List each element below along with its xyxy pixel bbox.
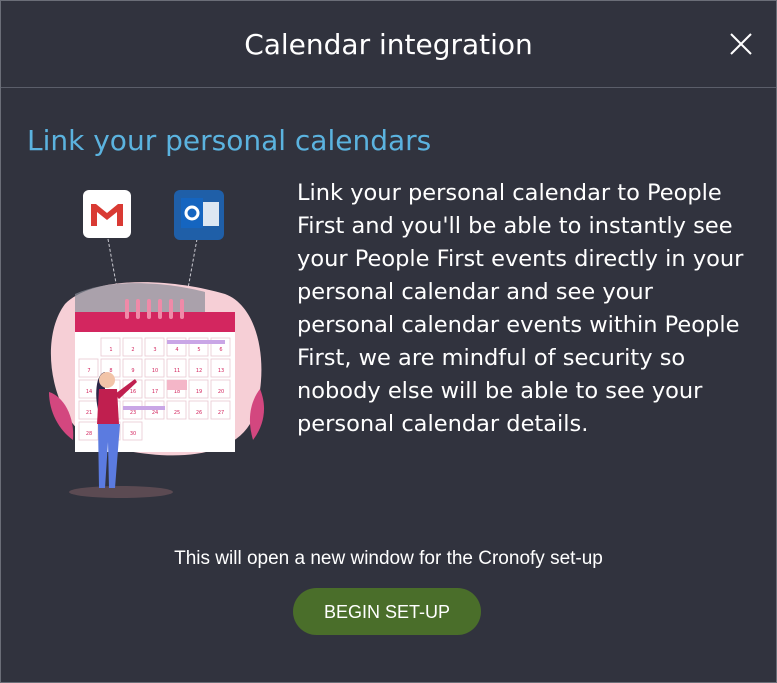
calendar-integration-dialog: Calendar integration Link your personal … <box>0 0 777 683</box>
calendar-day-label: 14 <box>86 389 92 395</box>
calendar-day-label: 2 <box>131 347 134 353</box>
calendar-day-label: 24 <box>152 410 158 416</box>
calendar-day-label: 7 <box>87 368 90 374</box>
calendar-day-label: 13 <box>218 368 224 374</box>
calendar-day-label: 28 <box>86 431 92 437</box>
calendar-day-label: 12 <box>196 368 202 374</box>
calendar-illustration: 1234567891011121314151617181920212223242… <box>35 184 275 504</box>
calendar-day-label: 10 <box>152 368 158 374</box>
calendar-day-label: 16 <box>130 389 136 395</box>
calendar-day-label: 26 <box>196 410 202 416</box>
calendar-day-label: 27 <box>218 410 224 416</box>
calendar-day-label: 21 <box>86 410 92 416</box>
calendar-day-label: 30 <box>130 431 136 437</box>
outlook-icon <box>174 190 224 240</box>
section-heading: Link your personal calendars <box>27 124 432 157</box>
calendar-day-label: 5 <box>197 347 200 353</box>
calendar-day-label: 23 <box>130 410 136 416</box>
calendar-day-label: 11 <box>174 368 180 374</box>
dialog-header: Calendar integration <box>1 1 776 88</box>
calendar-day-label: 20 <box>218 389 224 395</box>
description-text: Link your personal calendar to People Fi… <box>297 180 744 437</box>
calendar-day-label: 25 <box>174 410 180 416</box>
calendar-day-label: 19 <box>196 389 202 395</box>
calendar-day-label: 1 <box>109 347 112 353</box>
close-icon <box>730 33 752 55</box>
calendar-day-label: 9 <box>131 368 134 374</box>
calendar-day-label: 4 <box>175 347 178 353</box>
dialog-title: Calendar integration <box>244 28 533 61</box>
gmail-icon <box>83 190 131 238</box>
calendar-day-label: 6 <box>219 347 222 353</box>
calendar-day-label: 17 <box>152 389 158 395</box>
close-button[interactable] <box>728 31 754 57</box>
begin-setup-button[interactable]: BEGIN SET-UP <box>293 588 481 635</box>
calendar-day-label: 3 <box>153 347 156 353</box>
setup-note: This will open a new window for the Cron… <box>174 548 603 569</box>
